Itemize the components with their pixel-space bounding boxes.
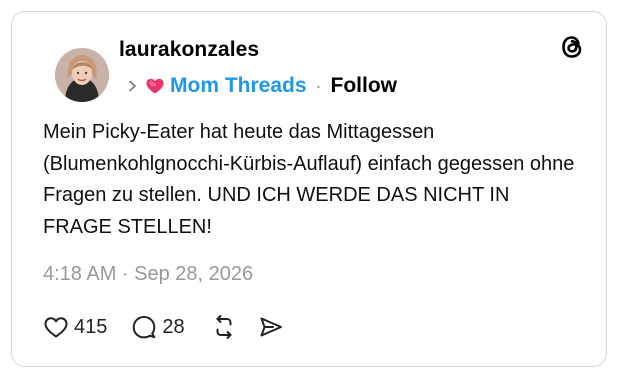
threads-logo-icon[interactable] bbox=[557, 32, 587, 62]
chevron-right-icon bbox=[129, 80, 136, 92]
repost-arrows-icon bbox=[216, 315, 232, 339]
pink-heart-icon bbox=[146, 78, 164, 94]
post-card: laurakonzales Mom Threads · Follow Mein … bbox=[11, 11, 607, 367]
follow-button[interactable]: Follow bbox=[331, 74, 398, 98]
avatar[interactable] bbox=[55, 48, 109, 102]
like-count: 415 bbox=[74, 315, 108, 338]
repost-button[interactable] bbox=[211, 314, 237, 340]
reply-count: 28 bbox=[162, 315, 185, 338]
separator-dot: · bbox=[315, 75, 322, 96]
post-timestamp[interactable]: 4:18 AM · Sep 28, 2026 bbox=[43, 263, 253, 286]
post-text: Mein Picky-Eater hat heute das Mittagess… bbox=[43, 121, 575, 238]
community-row: Mom Threads · Follow bbox=[125, 72, 397, 100]
speech-bubble-icon bbox=[133, 316, 156, 339]
username-link[interactable]: laurakonzales bbox=[119, 38, 259, 62]
heart-outline-icon bbox=[44, 317, 68, 338]
send-arrow-icon bbox=[260, 317, 282, 337]
reply-button[interactable]: 28 bbox=[131, 314, 185, 340]
share-button[interactable] bbox=[258, 314, 284, 340]
like-button[interactable]: 415 bbox=[43, 315, 107, 339]
action-bar: 415 28 bbox=[43, 312, 284, 342]
community-link[interactable]: Mom Threads bbox=[170, 74, 307, 98]
